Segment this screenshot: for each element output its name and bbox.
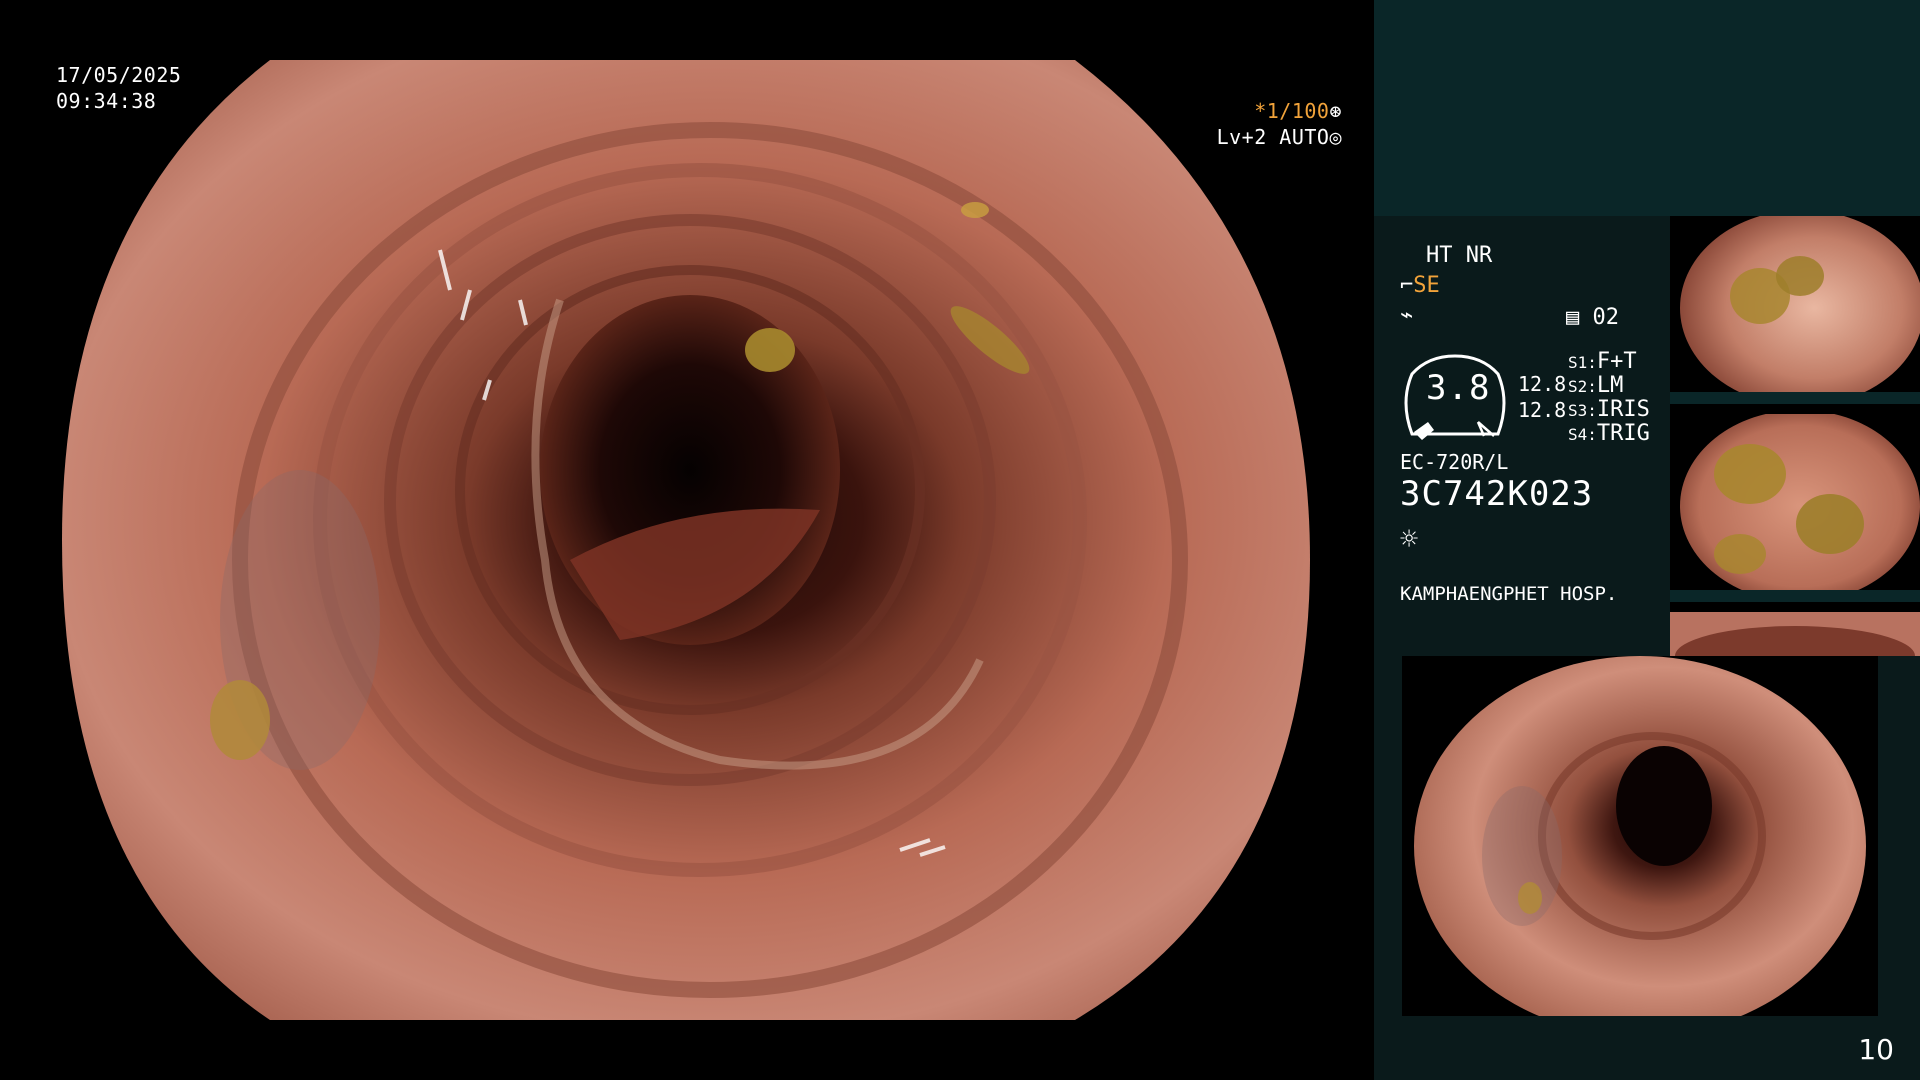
serial-number: 3C742K023 xyxy=(1400,474,1594,514)
main-endoscope-view: 17/05/2025 09:34:38 *1/100⊛ Lv+2 AUTO◎ xyxy=(0,0,1374,1080)
s2-label: S2: xyxy=(1568,377,1597,396)
se-text: SE xyxy=(1413,273,1440,298)
info-panel: HT NR ⌐SE ⌁ ▤ 02 3.8 12.8 12.8 S1:F+T S2… xyxy=(1374,216,1670,656)
s4-row: S4:TRIG xyxy=(1568,420,1650,449)
memo-row: ▤ 02 xyxy=(1566,304,1619,332)
zigzag-icon: ⌁ xyxy=(1400,303,1414,328)
ht-nr-text: HT NR xyxy=(1426,243,1493,268)
exposure-overlay: *1/100⊛ Lv+2 AUTO◎ xyxy=(1142,98,1342,150)
value-top: 12.8 xyxy=(1518,372,1567,396)
se-row: ⌐SE xyxy=(1400,272,1440,300)
s1-value: F+T xyxy=(1596,349,1637,374)
header-block xyxy=(1374,0,1920,216)
aperture-icon: ⊛ xyxy=(1329,99,1342,123)
shutter-text: *1/100 xyxy=(1254,99,1330,123)
memo-icon: ▤ xyxy=(1566,305,1580,330)
count-text: 02 xyxy=(1592,305,1620,330)
datetime-overlay: 17/05/2025 09:34:38 xyxy=(56,62,181,114)
hospital-name: KAMPHAENGPHET HOSP. xyxy=(1400,583,1618,605)
s3-label: S3: xyxy=(1568,401,1597,420)
s4-value: TRIG xyxy=(1596,421,1650,446)
s1-label: S1: xyxy=(1568,353,1597,372)
scope-icon: ⌐ xyxy=(1400,273,1414,298)
thumbnail-3[interactable] xyxy=(1670,612,1920,656)
right-panel: HT NR ⌐SE ⌁ ▤ 02 3.8 12.8 12.8 S1:F+T S2… xyxy=(1374,0,1920,1080)
endoscope-image xyxy=(62,60,1310,1020)
thumbnail-1[interactable] xyxy=(1670,216,1920,404)
date-text: 17/05/2025 xyxy=(56,63,182,87)
level-text: Lv+2 AUTO xyxy=(1216,125,1330,149)
time-text: 09:34:38 xyxy=(56,89,157,113)
iris-icon: ◎ xyxy=(1329,125,1342,149)
thumbnail-2[interactable] xyxy=(1670,414,1920,602)
s3-value: IRIS xyxy=(1596,397,1650,422)
scope-model: EC-720R/L xyxy=(1400,450,1509,474)
page-number: 10 xyxy=(1858,1033,1894,1066)
preview-image[interactable] xyxy=(1402,656,1878,1016)
s4-label: S4: xyxy=(1568,425,1597,444)
sun-icon: ☼ xyxy=(1400,522,1419,557)
value-bottom: 12.8 xyxy=(1518,398,1567,422)
s2-value: LM xyxy=(1596,373,1624,398)
gauge-value: 3.8 xyxy=(1426,368,1491,408)
